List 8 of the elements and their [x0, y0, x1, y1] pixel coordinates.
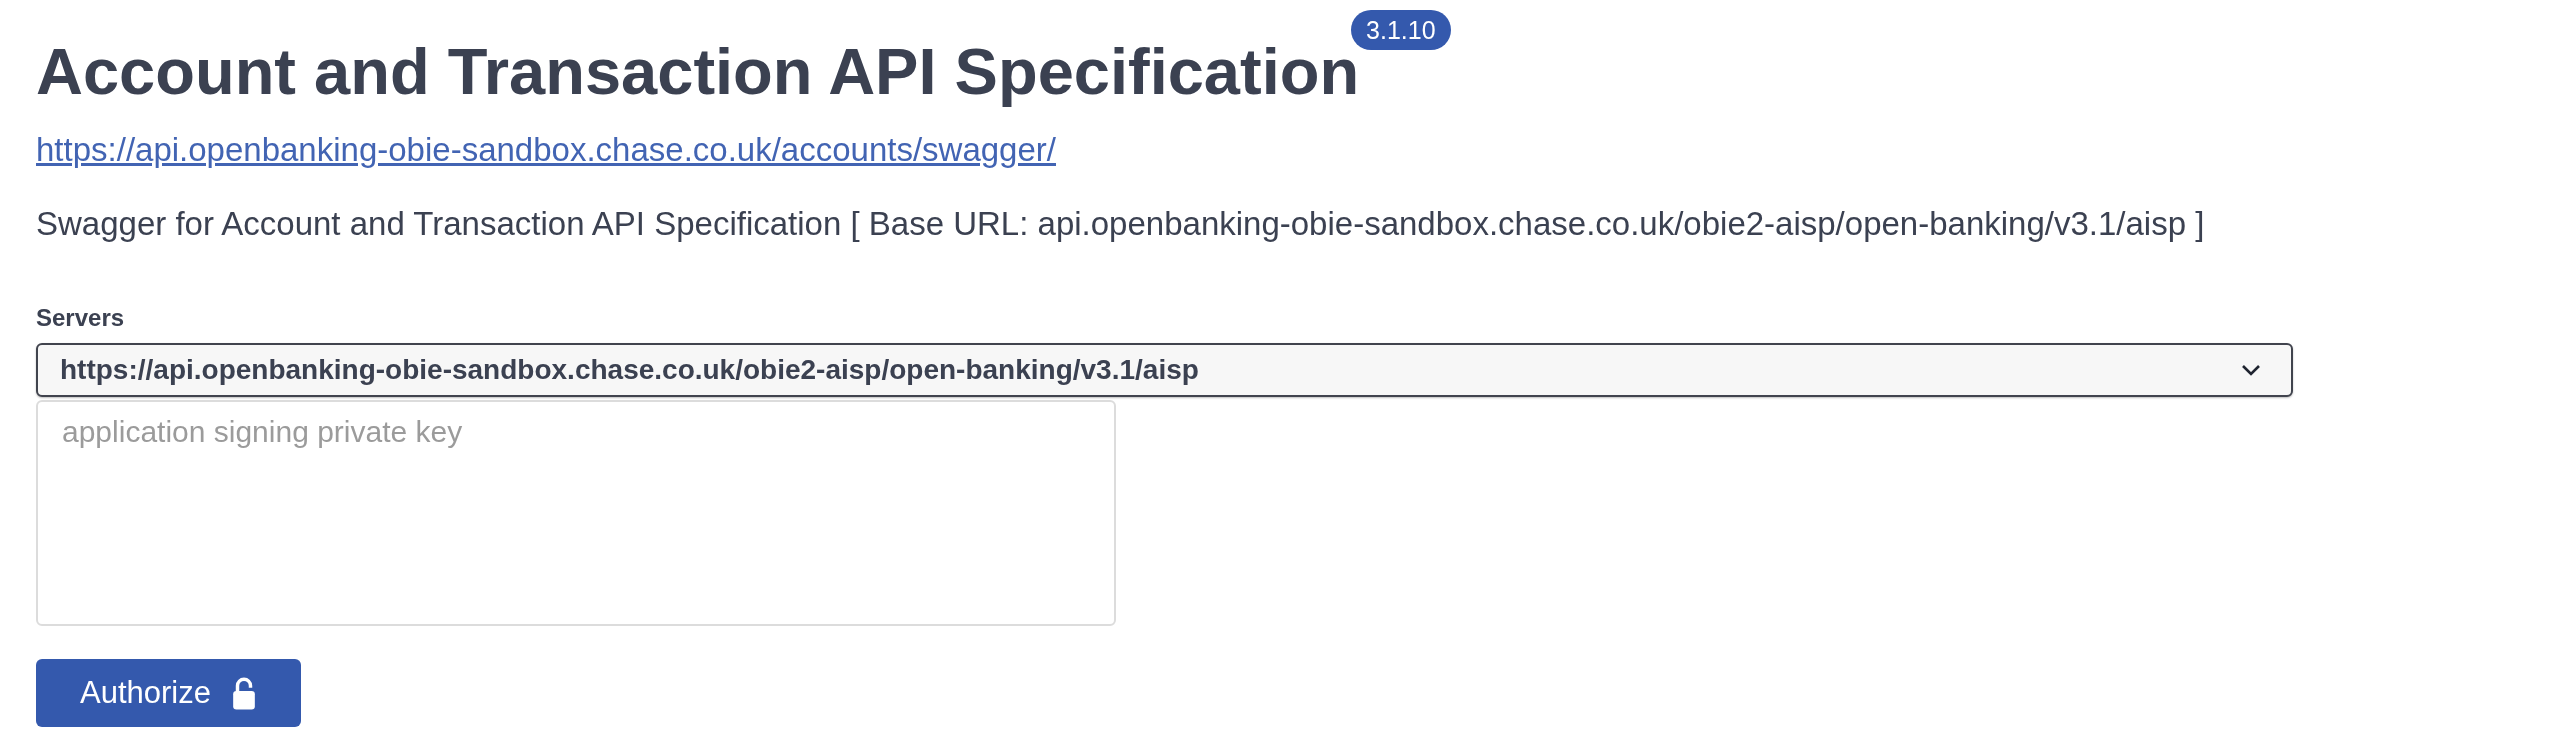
api-description: Swagger for Account and Transaction API Specification [ Base URL: api.openbanking-obie-sandbox.chase.co.uk/obie2-aisp/open-banking/v3.1/aisp ]	[36, 204, 2206, 244]
server-select[interactable]: https://api.openbanking-obie-sandbox.chase.co.uk/obie2-aisp/open-banking/v3.1/aisp	[36, 343, 2293, 397]
authorize-button[interactable]: Authorize	[36, 659, 301, 727]
chevron-down-icon	[2241, 364, 2261, 376]
swagger-link[interactable]: https://api.openbanking-obie-sandbox.chase.co.uk/accounts/swagger/	[36, 131, 1056, 168]
version-badge: 3.1.10	[1351, 10, 1451, 50]
servers-label: Servers	[36, 303, 125, 333]
private-key-field[interactable]: application signing private key	[36, 400, 1116, 626]
